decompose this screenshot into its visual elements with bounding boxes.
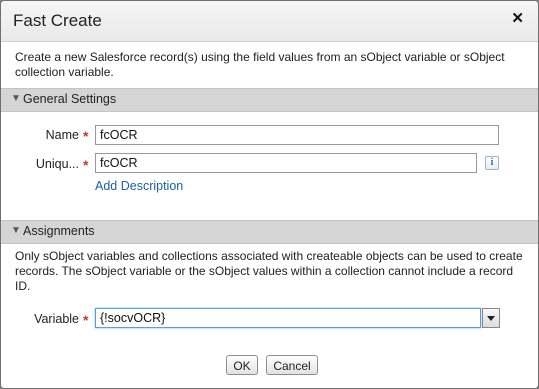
dialog-description: Create a new Salesforce record(s) using … <box>15 50 505 79</box>
unique-name-input[interactable] <box>95 153 477 173</box>
general-settings-label: General Settings <box>23 92 117 106</box>
assignments-help-text: Only sObject variables and collections a… <box>15 249 523 293</box>
general-settings-header[interactable]: ▼ General Settings <box>1 88 538 112</box>
variable-label: Variable <box>34 312 79 326</box>
ok-button[interactable]: OK <box>226 355 258 375</box>
assignments-header[interactable]: ▼ Assignments <box>1 220 538 244</box>
info-icon[interactable]: i <box>485 156 499 170</box>
variable-required-marker: * <box>83 312 89 328</box>
fast-create-dialog: Fast Create ✕ Create a new Salesforce re… <box>0 0 539 389</box>
chevron-down-icon <box>487 316 495 321</box>
collapse-triangle-icon[interactable]: ▼ <box>11 225 21 236</box>
add-description-link[interactable]: Add Description <box>95 179 183 193</box>
dialog-title: Fast Create <box>13 11 102 30</box>
name-required-marker: * <box>83 128 89 144</box>
collapse-triangle-icon[interactable]: ▼ <box>11 93 21 104</box>
name-label: Name <box>45 128 79 142</box>
assignments-label: Assignments <box>23 224 95 238</box>
unique-name-required-marker: * <box>83 157 89 173</box>
unique-name-label: Uniqu... <box>35 157 79 171</box>
name-input[interactable] <box>95 125 499 145</box>
cancel-button[interactable]: Cancel <box>266 355 318 375</box>
close-icon[interactable]: ✕ <box>511 11 524 27</box>
dialog-title-bar: Fast Create ✕ <box>1 1 538 42</box>
variable-combobox-input[interactable] <box>95 308 481 328</box>
variable-dropdown-button[interactable] <box>482 308 500 328</box>
